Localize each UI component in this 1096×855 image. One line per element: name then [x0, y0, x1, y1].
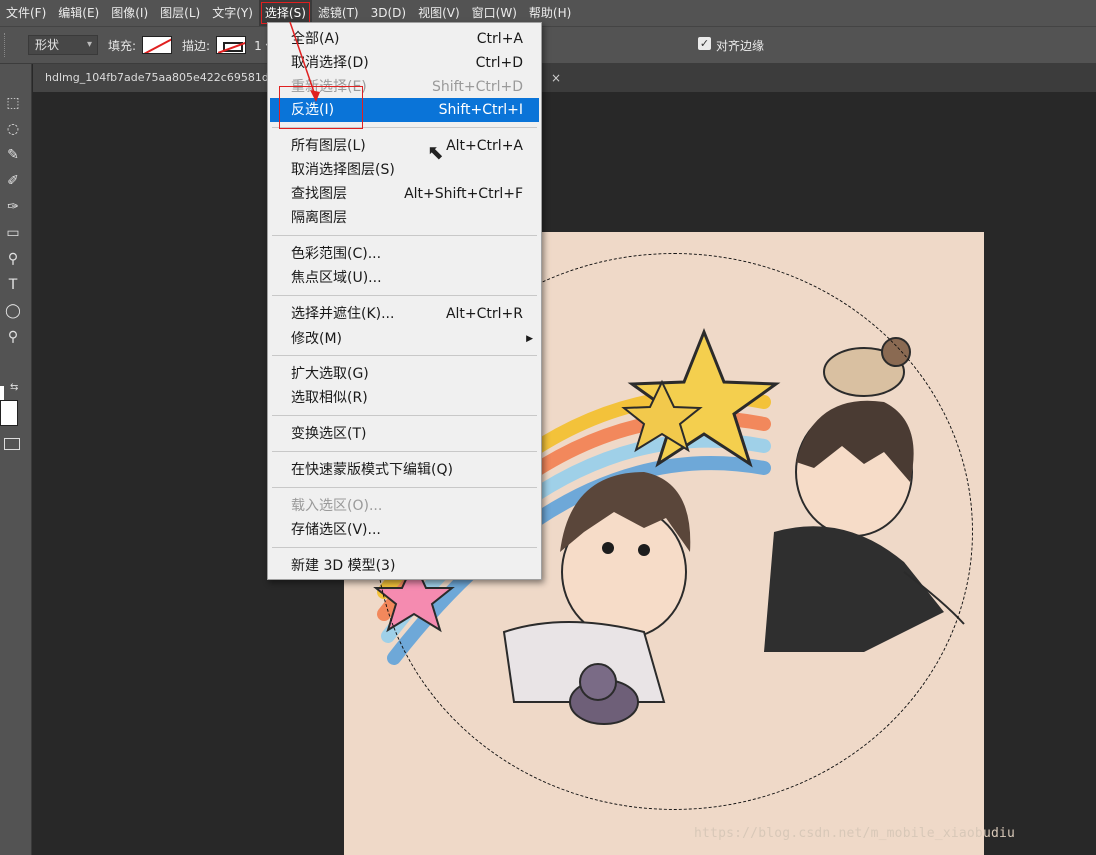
menu-item-label: 选取相似(R): [291, 390, 368, 406]
menu-item-load-selection[interactable]: 载入选区(O)...: [268, 494, 541, 518]
eyedropper-tool-icon[interactable]: ✎: [4, 146, 22, 164]
menu-item-label: 在快速蒙版模式下编辑(Q): [291, 462, 453, 478]
menu-item-label: 存储选区(V)...: [291, 522, 381, 538]
menu-separator: [272, 451, 537, 452]
menu-item-isolate-layers[interactable]: 隔离图层: [268, 206, 541, 230]
menu-item-new-3d-model[interactable]: 新建 3D 模型(3): [268, 554, 541, 578]
options-bar: 形状 填充: 描边: 1 像: [0, 26, 1096, 64]
gradient-tool-icon[interactable]: ▭: [4, 224, 22, 242]
watermark-text: https://blog.csdn.net/m_mobile_xiaobudiu: [694, 826, 1016, 841]
menu-item-label: 变换选区(T): [291, 426, 367, 442]
menu-item-label: 色彩范围(C)...: [291, 246, 382, 262]
swap-colors-icon[interactable]: ⇆: [10, 382, 18, 393]
menu-item-shortcut: Shift+Ctrl+D: [432, 79, 523, 95]
type-tool-icon[interactable]: T: [4, 276, 22, 294]
menu-separator: [272, 487, 537, 488]
menu-item-label: 选择并遮住(K)...: [291, 306, 395, 322]
menu-separator: [272, 235, 537, 236]
menu-item-label: 新建 3D 模型(3): [291, 558, 396, 574]
menu-item-shortcut: Alt+Shift+Ctrl+F: [404, 186, 523, 202]
menu-item-shortcut: Alt+Ctrl+A: [446, 138, 523, 154]
menu-item-shortcut: Ctrl+A: [476, 31, 523, 47]
marquee-tool-icon[interactable]: ⬚: [4, 94, 22, 112]
mouse-cursor-icon: ⬉: [427, 140, 444, 164]
menu-item-transform-selection[interactable]: 变换选区(T): [268, 422, 541, 446]
menu-bar: 文件(F) 编辑(E) 图像(I) 图层(L) 文字(Y) 选择(S) 滤镜(T…: [0, 0, 1096, 26]
menu-item-shortcut: Alt+Ctrl+R: [445, 306, 523, 322]
menu-item-shortcut: Shift+Ctrl+I: [438, 102, 523, 118]
menu-separator: [272, 415, 537, 416]
menu-item-label: 扩大选取(G): [291, 366, 369, 382]
menu-separator: [272, 295, 537, 296]
stroke-label: 描边:: [182, 38, 211, 53]
shape-mode-dropdown[interactable]: 形状: [28, 35, 98, 55]
menu-item-label: 取消选择图层(S): [291, 162, 395, 178]
align-edges-checkbox[interactable]: ✓: [698, 37, 711, 50]
menu-item-label: 焦点区域(U)...: [291, 270, 382, 286]
menu-item-deselect-layers[interactable]: 取消选择图层(S): [268, 158, 541, 182]
menu-type[interactable]: 文字(Y): [206, 0, 259, 26]
menu-item-similar[interactable]: 选取相似(R): [268, 386, 541, 410]
menu-item-grow[interactable]: 扩大选取(G): [268, 362, 541, 386]
menu-item-find-layers[interactable]: 查找图层 Alt+Shift+Ctrl+F: [268, 182, 541, 206]
zoom-tool-icon[interactable]: ⚲: [4, 328, 22, 346]
document-tab[interactable]: hdlmg_104fb7ade75aa805e422c69581dd: [33, 64, 269, 92]
dodge-tool-icon[interactable]: ⚲: [4, 250, 22, 268]
background-color-swatch[interactable]: [0, 400, 18, 426]
tools-panel: ⬚ ◌ ✎ ✐ ✑ ▭ ⚲ T ◯ ⚲ ⇆: [0, 64, 32, 855]
menu-item-focus-area[interactable]: 焦点区域(U)...: [268, 266, 541, 290]
menu-image[interactable]: 图像(I): [105, 0, 154, 26]
menu-separator: [272, 547, 537, 548]
align-edges-label: 对齐边缘: [716, 39, 765, 53]
menu-item-all-layers[interactable]: 所有图层(L) Alt+Ctrl+A: [268, 134, 541, 158]
history-brush-tool-icon[interactable]: ✑: [4, 198, 22, 216]
menu-edit[interactable]: 编辑(E): [52, 0, 105, 26]
menu-item-label: 查找图层: [291, 186, 347, 202]
stroke-swatch[interactable]: [216, 36, 247, 54]
menu-item-modify[interactable]: 修改(M) ▶: [268, 327, 541, 351]
menu-layer[interactable]: 图层(L): [154, 0, 206, 26]
quick-selection-tool-icon[interactable]: ◌: [4, 120, 22, 138]
menu-item-save-selection[interactable]: 存储选区(V)...: [268, 518, 541, 542]
fill-swatch[interactable]: [142, 36, 173, 54]
menu-file[interactable]: 文件(F): [0, 0, 52, 26]
menu-item-label: 载入选区(O)...: [291, 498, 383, 514]
menu-item-quick-mask[interactable]: 在快速蒙版模式下编辑(Q): [268, 458, 541, 482]
ellipse-tool-icon[interactable]: ◯: [4, 302, 22, 320]
menu-item-label: 修改(M): [291, 331, 343, 347]
brush-tool-icon[interactable]: ✐: [4, 172, 22, 190]
menu-item-shortcut: Ctrl+D: [475, 55, 523, 71]
submenu-arrow-icon: ▶: [526, 334, 533, 344]
menu-item-color-range[interactable]: 色彩范围(C)...: [268, 242, 541, 266]
menu-item-label: 所有图层(L): [291, 138, 366, 154]
options-grip[interactable]: [4, 33, 14, 57]
menu-item-label: 隔离图层: [291, 210, 347, 226]
annotation-arrow-icon: [289, 21, 320, 102]
close-tab-icon[interactable]: ×: [548, 64, 564, 92]
menu-item-select-and-mask[interactable]: 选择并遮住(K)... Alt+Ctrl+R: [268, 302, 541, 326]
menu-separator: [272, 355, 537, 356]
document-tab-bar: hdlmg_104fb7ade75aa805e422c69581dd: [33, 64, 1096, 92]
fill-label: 填充:: [108, 38, 137, 53]
quick-mask-icon[interactable]: [4, 438, 20, 450]
